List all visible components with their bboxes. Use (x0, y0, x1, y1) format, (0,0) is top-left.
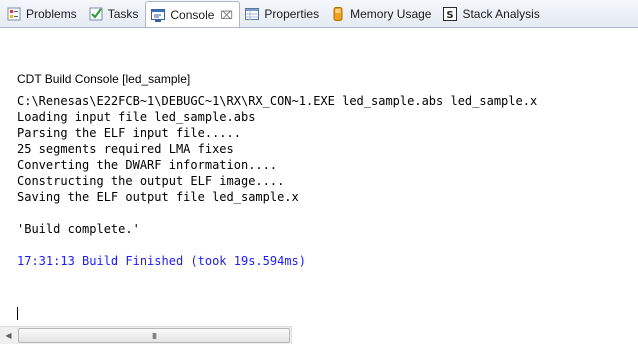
memory-usage-icon (330, 6, 346, 22)
tab-stack-analysis[interactable]: S Stack Analysis (438, 2, 546, 26)
console-icon (150, 7, 166, 23)
console-line: Parsing the ELF input file..... (17, 126, 241, 140)
close-icon[interactable]: ⌧ (220, 9, 233, 22)
console-line: Saving the ELF output file led_sample.x (17, 190, 299, 204)
tab-label: Console (170, 8, 215, 22)
console-title: CDT Build Console [led_sample] (17, 72, 191, 86)
tab-console[interactable]: Console ⌧ (145, 1, 241, 27)
console-line: 25 segments required LMA fixes (17, 142, 234, 156)
view-tab-bar: Problems Tasks Console ⌧ Properties Memo… (0, 0, 638, 28)
svg-text:S: S (447, 10, 454, 21)
console-line: Constructing the output ELF image.... (17, 174, 285, 188)
grip-icon: III (152, 332, 157, 341)
horizontal-scrollbar[interactable]: ◀ III (0, 326, 292, 344)
problems-icon (6, 6, 22, 22)
scrollbar-thumb[interactable]: III (18, 328, 290, 343)
tab-label: Stack Analysis (462, 7, 540, 21)
console-line: 17:31:13 Build Finished (took 19s.594ms) (17, 254, 306, 268)
tab-tasks[interactable]: Tasks (84, 2, 146, 26)
console-line: Converting the DWARF information.... (17, 158, 278, 172)
console-line: Loading input file led_sample.abs (17, 110, 256, 124)
properties-icon (244, 6, 260, 22)
tab-label: Memory Usage (350, 7, 432, 21)
tab-label: Tasks (107, 7, 139, 21)
tab-memory-usage[interactable]: Memory Usage (326, 2, 438, 26)
tasks-icon (88, 6, 104, 22)
text-cursor (17, 307, 18, 320)
console-line: C:\Renesas\E22FCB~1\DEBUGC~1\RX\RX_CON~1… (17, 94, 538, 108)
tab-label: Properties (264, 7, 320, 21)
tab-problems[interactable]: Problems (2, 2, 84, 26)
stack-analysis-icon: S (442, 6, 458, 22)
console-line: 'Build complete.' (17, 222, 140, 236)
scroll-left-arrow-icon[interactable]: ◀ (0, 327, 17, 344)
tab-label: Problems (26, 7, 77, 21)
tab-properties[interactable]: Properties (240, 2, 326, 26)
console-output[interactable]: C:\Renesas\E22FCB~1\DEBUGC~1\RX\RX_CON~1… (17, 93, 638, 269)
